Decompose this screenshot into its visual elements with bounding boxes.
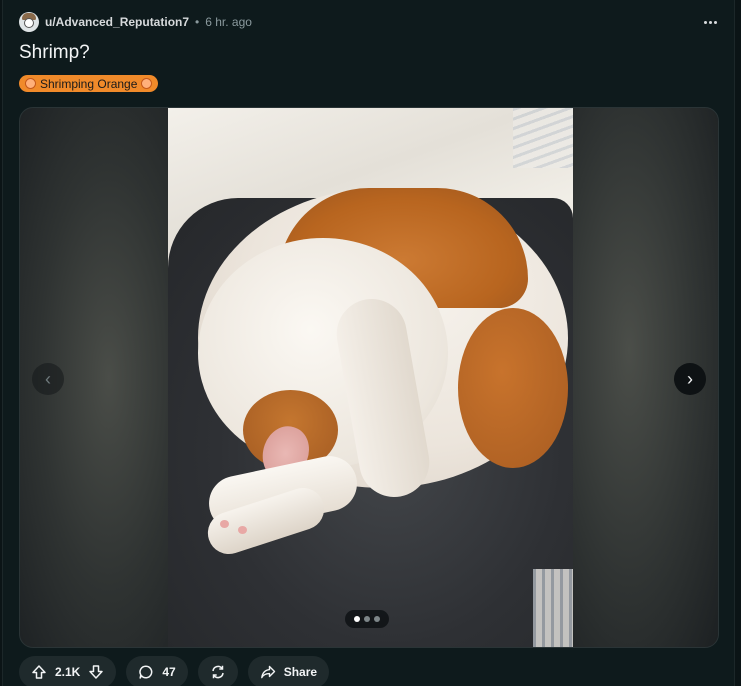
share-arrow-icon [260,664,276,680]
post-flair[interactable]: Shrimping Orange [19,75,159,92]
media-gallery[interactable]: ‹ › [19,107,719,648]
comment-count: 47 [162,665,176,679]
shrimp-emoji-icon [25,78,36,89]
post-header: u/Advanced_Reputation7 • 6 hr. ago [19,12,252,32]
more-dot [703,20,707,24]
more-options-icon[interactable] [698,12,722,32]
share-label: Share [283,665,318,679]
chevron-right-icon: › [687,368,693,389]
username-link[interactable]: u/Advanced_Reputation7 [45,15,189,29]
share-button[interactable]: Share [247,656,330,686]
shrimp-emoji-icon [141,78,153,89]
avatar-face [24,18,34,28]
gallery-next-button[interactable]: › [674,363,706,395]
crosspost-button[interactable] [197,656,238,686]
flair-label: Shrimping Orange [40,76,138,91]
vote-pill: 2.1K [19,656,117,686]
post-timestamp: 6 hr. ago [205,15,252,29]
post-title[interactable]: Shrimp? [19,42,90,64]
separator-dot: • [195,15,200,29]
post-actions: 2.1K 47 Share [19,656,330,686]
gallery-dot[interactable] [354,616,360,622]
downvote-arrow-icon[interactable] [88,664,104,680]
more-dot [708,20,712,24]
post-card[interactable]: u/Advanced_Reputation7 • 6 hr. ago Shrim… [2,0,735,686]
crosspost-icon [210,664,226,680]
pillow-stripes [513,108,573,168]
more-dot [713,20,717,24]
cat-photo[interactable] [168,108,573,647]
comment-bubble-icon [138,664,154,680]
paw-pad [238,526,247,534]
cat-orange-side [458,308,568,468]
comments-button[interactable]: 47 [126,656,188,686]
gallery-dot[interactable] [364,616,370,622]
upvote-arrow-icon[interactable] [31,664,47,680]
gallery-dot[interactable] [374,616,380,622]
sheet-stripes [533,569,573,647]
user-avatar[interactable] [19,12,39,32]
gallery-prev-button[interactable]: ‹ [32,363,64,395]
chevron-left-icon: ‹ [45,368,51,389]
vote-score: 2.1K [55,665,81,679]
paw-pad [220,520,229,528]
gallery-indicator [345,610,389,628]
